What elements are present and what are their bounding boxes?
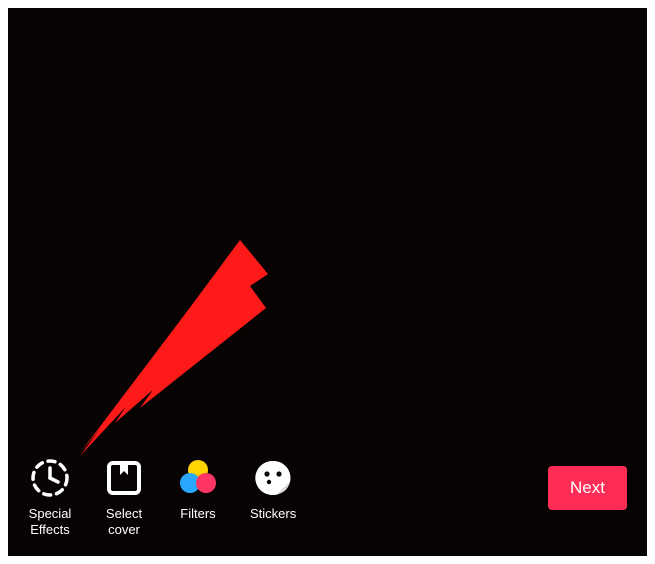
tool-label: Select cover bbox=[106, 506, 142, 539]
tool-label: Stickers bbox=[250, 506, 296, 522]
tool-label: Filters bbox=[180, 506, 215, 522]
annotation-arrow bbox=[80, 228, 270, 473]
select-cover-button[interactable]: Select cover bbox=[102, 456, 146, 539]
bookmark-square-icon bbox=[102, 456, 146, 500]
tool-label: Special Effects bbox=[29, 506, 72, 539]
sticker-face-icon bbox=[251, 456, 295, 500]
editor-screen: Special Effects Select cover Filters bbox=[8, 8, 647, 556]
bottom-toolbar: Special Effects Select cover Filters bbox=[28, 456, 627, 539]
clock-dashed-icon bbox=[28, 456, 72, 500]
special-effects-button[interactable]: Special Effects bbox=[28, 456, 72, 539]
filters-button[interactable]: Filters bbox=[176, 456, 220, 522]
color-circles-icon bbox=[176, 456, 220, 500]
next-button[interactable]: Next bbox=[548, 466, 627, 510]
stickers-button[interactable]: Stickers bbox=[250, 456, 296, 522]
